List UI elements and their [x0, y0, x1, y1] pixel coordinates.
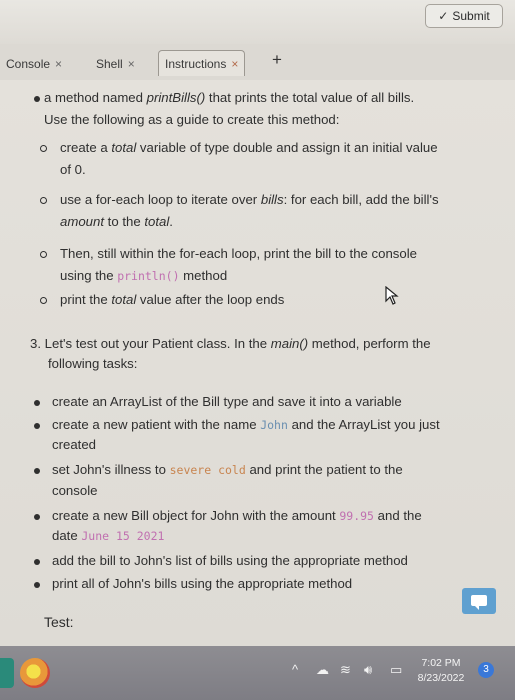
bullet-dot [34, 582, 40, 588]
list-item-continued: date June 15 2021 [52, 526, 164, 546]
text: . [169, 214, 173, 229]
cloud-icon[interactable]: ☁ [316, 662, 329, 678]
text: method [179, 268, 228, 283]
list-item-continued: following tasks: [48, 356, 138, 371]
text: to the [104, 214, 145, 229]
bullet-dot [34, 468, 40, 474]
method-name: main() [270, 336, 309, 351]
app-icon[interactable] [0, 658, 14, 688]
list-item-continued: using the println() method [60, 266, 227, 286]
text: create a new Bill object for John with t… [52, 508, 340, 523]
list-item: use a for-each loop to iterate over bill… [60, 190, 439, 210]
list-item: create an ArrayList of the Bill type and… [52, 394, 402, 409]
volume-icon[interactable]: 🔊︎ [364, 662, 372, 678]
text-em: amount [60, 214, 104, 229]
text-em: total [111, 292, 137, 307]
sub-bullet [40, 197, 47, 204]
text-em: total [111, 140, 137, 155]
tab-console[interactable]: Console × [6, 52, 62, 76]
text: 3. Let's test out your Patient class. In… [30, 336, 271, 351]
notification-badge[interactable]: 3 [478, 662, 494, 678]
list-item-continued: of 0. [60, 162, 86, 177]
text: and the ArrayList you just [287, 417, 440, 432]
chevron-up-icon[interactable]: ^ [292, 662, 298, 677]
text: print the [60, 292, 112, 307]
text: date [52, 528, 82, 543]
top-toolbar: ✓ Submit [0, 0, 515, 44]
tab-shell[interactable]: Shell × [96, 52, 135, 76]
add-tab-icon[interactable]: + [272, 50, 282, 70]
system-clock[interactable]: 7:02 PM 8/23/2022 [412, 656, 470, 686]
list-item: a method named printBills() that prints … [44, 88, 414, 108]
code-snippet: println() [117, 269, 180, 283]
text: and the [373, 508, 422, 523]
close-icon[interactable]: × [55, 57, 62, 71]
text: create a new patient with the name [52, 417, 261, 432]
list-item: create a new Bill object for John with t… [52, 506, 422, 526]
check-icon: ✓ [438, 9, 449, 23]
list-item-continued: created [52, 437, 96, 452]
list-item: create a total variable of type double a… [60, 138, 438, 158]
submit-label: Submit [452, 9, 490, 23]
submit-button[interactable]: ✓ Submit [425, 4, 503, 28]
tab-shell-label: Shell [96, 57, 123, 71]
text: variable of type double and assign it an… [136, 140, 438, 155]
list-item: print all of John's bills using the appr… [52, 576, 353, 591]
text: that prints the total value of all bills… [205, 90, 415, 105]
bullet-dot [34, 400, 40, 406]
code-snippet: John [260, 418, 288, 432]
text: use a for-each loop to iterate over [60, 192, 261, 207]
instructions-panel: a method named printBills() that prints … [0, 80, 515, 646]
sub-bullet [40, 297, 47, 304]
list-item: set John's illness to severe cold and pr… [52, 460, 403, 480]
battery-icon[interactable]: ▭ [390, 662, 402, 678]
text: create a [60, 140, 112, 155]
text: set John's illness to [52, 462, 170, 477]
sub-bullet [40, 145, 47, 152]
list-item-continued: amount to the total. [60, 212, 173, 232]
text: : for each bill, add the bill's [283, 192, 439, 207]
taskbar: ^ ☁ ≋ 🔊︎ ▭ 7:02 PM 8/23/2022 3 [0, 646, 515, 700]
test-heading: Test: [44, 614, 74, 630]
close-icon[interactable]: × [128, 57, 135, 71]
list-item-continued: console [52, 483, 98, 498]
text-em: bills [260, 192, 284, 207]
mouse-cursor-icon [385, 286, 399, 305]
tab-console-label: Console [6, 57, 51, 71]
text: a method named [44, 90, 147, 105]
text: value after the loop ends [136, 292, 285, 307]
method-name: printBills() [146, 90, 206, 105]
bullet-dot [34, 514, 40, 520]
clock-time: 7:02 PM [421, 657, 461, 669]
text-em: total [144, 214, 170, 229]
list-item-continued: Use the following as a guide to create t… [44, 112, 340, 127]
text: using the [60, 268, 118, 283]
chat-icon[interactable] [462, 588, 496, 614]
list-item: add the bill to John's list of bills usi… [52, 553, 408, 568]
wifi-icon[interactable]: ≋ [340, 662, 351, 678]
bullet-dot [34, 559, 40, 565]
tab-instructions[interactable]: Instructions × [158, 50, 246, 76]
list-item: create a new patient with the name John … [52, 415, 440, 435]
tab-instructions-label: Instructions [165, 56, 227, 71]
clock-date: 8/23/2022 [417, 672, 465, 684]
text: and print the patient to the [245, 462, 403, 477]
list-item: Then, still within the for-each loop, pr… [60, 246, 417, 261]
chrome-icon[interactable] [20, 658, 50, 688]
bullet-dot [34, 423, 40, 429]
text: method, perform the [308, 336, 431, 351]
tab-bar: Console × Shell × Instructions × + [0, 44, 515, 81]
sub-bullet [40, 251, 47, 258]
code-snippet: 99.95 [339, 509, 374, 523]
bullet-dot [34, 96, 40, 102]
list-item: 3. Let's test out your Patient class. In… [30, 334, 431, 354]
list-item: print the total value after the loop end… [60, 290, 284, 310]
close-icon[interactable]: × [231, 57, 238, 71]
code-snippet: June 15 2021 [81, 529, 165, 543]
code-snippet: severe cold [169, 463, 246, 477]
